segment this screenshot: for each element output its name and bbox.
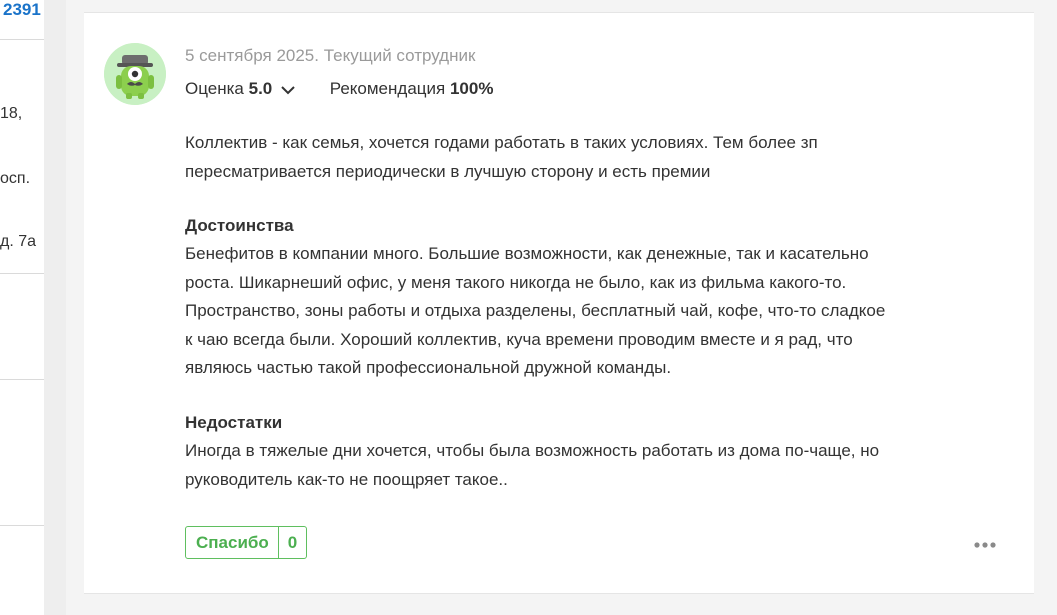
left-panel-fragment: 18, <box>0 105 23 122</box>
chevron-down-icon[interactable] <box>281 80 295 100</box>
left-panel-fragment: д. 7а <box>0 233 37 250</box>
divider <box>0 525 44 526</box>
pros-title: Достоинства <box>185 216 294 235</box>
recommend-label: Рекомендация <box>329 79 446 98</box>
left-panel: 2391 18, осп. д. 7а <box>0 0 44 615</box>
avatar <box>104 43 166 105</box>
divider <box>0 39 44 40</box>
recommend-value: 100% <box>449 79 494 98</box>
right-gutter <box>1035 0 1057 615</box>
rating-label: Оценка <box>185 79 244 98</box>
gutter <box>44 0 66 615</box>
left-panel-fragment: осп. <box>0 170 31 187</box>
rating-row: Оценка 5.0 Рекомендация 100% <box>185 79 493 100</box>
avatar-monster-icon <box>104 43 166 105</box>
thanks-count: 0 <box>287 533 298 552</box>
divider <box>0 273 44 274</box>
pros-text: Бенефитов в компании много. Большие возм… <box>185 244 886 377</box>
more-dots-icon[interactable] <box>972 537 998 551</box>
thanks-button[interactable]: Спасибо 0 <box>185 526 308 559</box>
cons-text: Иногда в тяжелые дни хочется, чтобы была… <box>185 441 880 489</box>
rating-value[interactable]: 5.0 <box>249 79 273 98</box>
left-panel-number[interactable]: 2391 <box>3 0 41 20</box>
thanks-label[interactable]: Спасибо <box>186 526 279 559</box>
review-summary: Коллектив - как семья, хочется годами ра… <box>185 133 818 181</box>
divider <box>0 379 44 380</box>
review-meta: 5 сентября 2025. Текущий сотрудник <box>185 46 476 65</box>
cons-title: Недостатки <box>185 413 283 432</box>
